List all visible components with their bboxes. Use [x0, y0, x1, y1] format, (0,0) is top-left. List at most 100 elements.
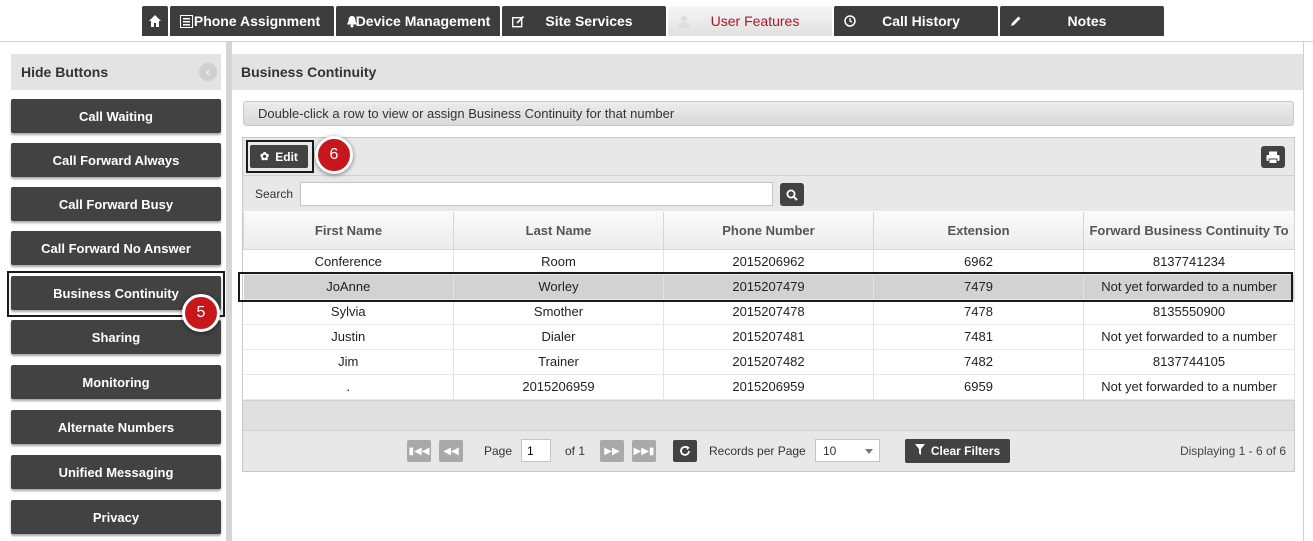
records-per-page-select[interactable]: 10 — [815, 439, 880, 462]
cell-extension: 6959 — [873, 374, 1084, 400]
sidebar-divider — [226, 42, 232, 541]
records-per-page-label: Records per Page — [709, 444, 806, 458]
prev-page-icon: ◀◀ — [443, 445, 459, 457]
last-page-icon: ▶▶▮ — [633, 445, 655, 457]
cell-first-name: Conference — [243, 249, 454, 275]
search-button[interactable] — [780, 183, 804, 206]
grid-toolbar: ✿ Edit — [243, 138, 1294, 175]
cell-forward-to: Not yet forwarded to a number — [1083, 374, 1295, 400]
table-row[interactable]: Justin Dialer 2015207481 7481 Not yet forwar… — [243, 324, 1295, 350]
cell-phone-number: 2015207478 — [663, 299, 874, 325]
cell-first-name: Jim — [243, 349, 454, 375]
search-icon — [786, 189, 798, 201]
step-badge-5: 5 — [182, 294, 220, 332]
search-input[interactable] — [300, 182, 773, 206]
tab-label: Call History — [882, 13, 960, 29]
cell-phone-number: 2015207481 — [663, 324, 874, 350]
last-page-button[interactable]: ▶▶▮ — [632, 440, 656, 462]
sidebar-button-monitoring[interactable]: Monitoring — [11, 365, 221, 399]
sidebar-button-call-forward-no-answer[interactable]: Call Forward No Answer — [11, 231, 221, 265]
next-page-button[interactable]: ▶▶ — [600, 440, 624, 462]
column-header-first-name[interactable]: First Name — [243, 212, 454, 250]
home-icon — [149, 15, 161, 27]
tab-notes[interactable]: Notes — [1000, 6, 1164, 36]
column-header-last-name[interactable]: Last Name — [453, 212, 664, 250]
sidebar-button-alternate-numbers[interactable]: Alternate Numbers — [11, 410, 221, 444]
sidebar-button-unified-messaging[interactable]: Unified Messaging — [11, 455, 221, 489]
sidebar-button-call-forward-busy[interactable]: Call Forward Busy — [11, 187, 221, 221]
sidebar-button-call-waiting[interactable]: Call Waiting — [11, 99, 221, 133]
tab-label: Notes — [1067, 13, 1107, 29]
refresh-icon — [680, 445, 690, 456]
info-message: Double-click a row to view or assign Bus… — [243, 101, 1294, 126]
tab-label: Device Management — [355, 13, 491, 29]
cell-last-name: 2015206959 — [453, 374, 664, 400]
table-row[interactable]: Conference Room 2015206962 6962 8137741234 — [243, 249, 1295, 275]
cell-phone-number: 2015206962 — [663, 249, 874, 275]
tab-site-services[interactable]: Site Services — [502, 6, 666, 36]
sidebar-button-privacy[interactable]: Privacy — [11, 500, 221, 534]
table-row[interactable]: Sylvia Smother 2015207478 7478 8135550900 — [243, 299, 1295, 325]
column-header-phone-number[interactable]: Phone Number — [663, 212, 874, 250]
tab-call-history[interactable]: Call History — [834, 6, 998, 36]
cell-last-name: Smother — [453, 299, 664, 325]
table-header-row: First Name Last Name Phone Number Extens… — [243, 212, 1295, 250]
table-row[interactable]: Jim Trainer 2015207482 7482 8137744105 — [243, 349, 1295, 375]
prev-page-button[interactable]: ◀◀ — [439, 440, 463, 462]
column-header-forward-to[interactable]: Forward Business Continuity To — [1083, 212, 1295, 250]
sidebar-button-call-forward-always[interactable]: Call Forward Always — [11, 143, 221, 177]
data-table: First Name Last Name Phone Number Extens… — [243, 212, 1295, 400]
print-button[interactable] — [1261, 146, 1285, 168]
first-page-button[interactable]: ▮◀◀ — [407, 440, 431, 462]
user-icon — [676, 13, 692, 29]
cell-last-name: Room — [453, 249, 664, 275]
list-icon — [178, 13, 194, 29]
cell-last-name: Dialer — [453, 324, 664, 350]
cell-extension: 7478 — [873, 299, 1084, 325]
edit-box-icon — [510, 13, 526, 29]
refresh-button[interactable] — [673, 440, 697, 462]
selected-row-highlight — [238, 272, 1293, 302]
search-bar: Search — [243, 175, 1294, 211]
tab-label: User Features — [710, 13, 800, 29]
cell-forward-to: 8137741234 — [1083, 249, 1295, 275]
edit-button-highlight — [246, 140, 314, 173]
cell-forward-to: 8135550900 — [1083, 299, 1295, 325]
pencil-icon — [1008, 13, 1024, 29]
step-badge-6: 6 — [315, 136, 353, 174]
page-count: of 1 — [565, 444, 586, 458]
page-label: Page — [484, 444, 513, 458]
clear-filters-label: Clear Filters — [930, 444, 1001, 458]
cell-first-name: Sylvia — [243, 299, 454, 325]
tab-device-management[interactable]: Device Management — [336, 6, 500, 36]
page-input[interactable] — [521, 439, 551, 462]
scrollbar-track[interactable] — [1303, 42, 1313, 541]
cell-last-name: Trainer — [453, 349, 664, 375]
grid-empty-area — [243, 400, 1294, 430]
column-header-extension[interactable]: Extension — [873, 212, 1084, 250]
cell-forward-to: 8137744105 — [1083, 349, 1295, 375]
tab-label: Site Services — [545, 13, 633, 29]
printer-icon — [1266, 151, 1280, 164]
business-continuity-grid: ✿ Edit Search First Name Last Name Phone… — [242, 137, 1295, 472]
tab-phone-assignment[interactable]: Phone Assignment — [170, 6, 334, 36]
clear-filters-button[interactable]: Clear Filters — [905, 439, 1010, 463]
sidebar-header: Hide Buttons — [11, 54, 221, 90]
tab-label: Phone Assignment — [193, 13, 321, 29]
table-row[interactable]: . 2015206959 2015206959 6959 Not yet forward… — [243, 374, 1295, 400]
collapse-sidebar-icon[interactable]: ‹ — [199, 63, 217, 81]
cell-extension: 7482 — [873, 349, 1084, 375]
search-label: Search — [255, 187, 294, 201]
cell-extension: 6962 — [873, 249, 1084, 275]
cell-first-name: Justin — [243, 324, 454, 350]
next-page-icon: ▶▶ — [604, 445, 620, 457]
cell-first-name: . — [243, 374, 454, 400]
top-nav: Phone Assignment Device Management Site … — [142, 6, 1166, 36]
first-page-icon: ▮◀◀ — [408, 445, 430, 457]
bell-icon — [344, 13, 360, 29]
tab-home[interactable] — [142, 6, 168, 36]
tab-user-features[interactable]: User Features — [668, 6, 832, 36]
cell-forward-to: Not yet forwarded to a number — [1083, 324, 1295, 350]
chevron-down-icon — [865, 449, 873, 454]
cell-extension: 7481 — [873, 324, 1084, 350]
